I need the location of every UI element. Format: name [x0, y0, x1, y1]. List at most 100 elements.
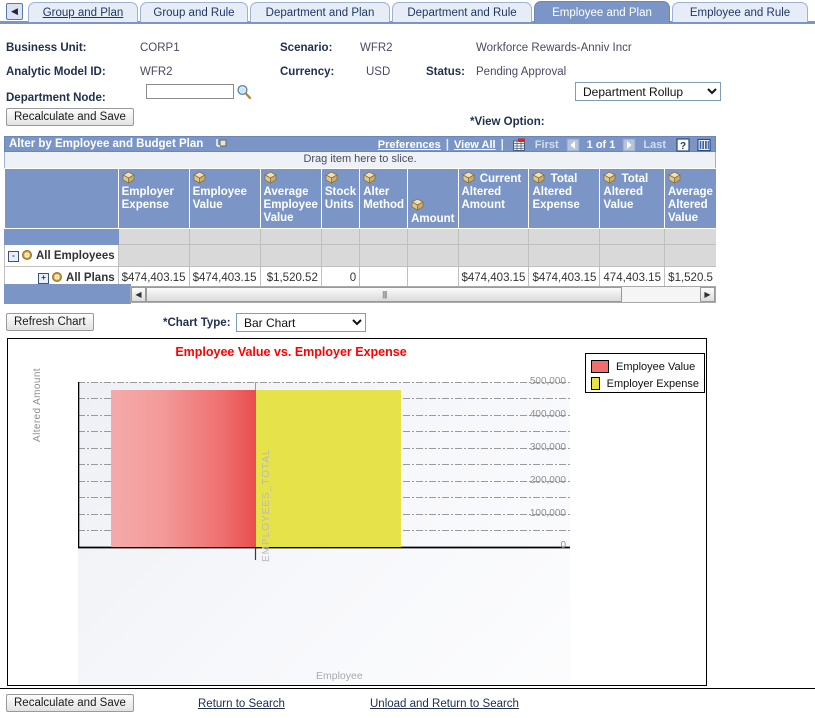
column-label: Average Employee Value: [263, 186, 318, 224]
spacer-corner: [4, 228, 119, 245]
refresh-chart-button[interactable]: Refresh Chart: [6, 313, 94, 331]
scroll-left-icon[interactable]: ◀: [131, 287, 146, 302]
tab-label: Group and Rule: [153, 6, 235, 19]
column-header-current-altered-amount[interactable]: Current Altered Amount: [457, 168, 530, 229]
chart-type-select[interactable]: Bar Chart: [236, 313, 366, 332]
tab-department-and-plan[interactable]: Department and Plan: [250, 2, 390, 22]
scroll-thumb[interactable]: ||||: [146, 287, 623, 302]
analytic-model-value: WFR2: [140, 66, 173, 78]
slice-drop-zone[interactable]: Drag item here to slice.: [4, 152, 716, 168]
business-unit-label: Business Unit:: [6, 42, 87, 54]
scenario-label: Scenario:: [280, 42, 333, 54]
preferences-link[interactable]: Preferences: [378, 139, 441, 151]
spacer-cell: [359, 228, 409, 245]
view-option-select[interactable]: Department Rollup: [575, 82, 721, 101]
legend-swatch-icon: [591, 360, 609, 373]
row-cell: [457, 244, 530, 267]
currency-value: USD: [366, 66, 391, 78]
row-cell: [599, 244, 665, 267]
view-option-label: *View Option:: [470, 116, 545, 128]
row-cell: [407, 244, 459, 267]
cube-icon: [532, 171, 546, 184]
grid-table: Employer Expense Employee Value Average …: [4, 168, 716, 289]
column-header-total-altered-expense[interactable]: Total Altered Expense: [528, 168, 601, 229]
column-label: Amount: [411, 213, 455, 225]
alter-grid: Alter by Employee and Budget Plan Prefer…: [4, 136, 716, 304]
expand-grid-icon[interactable]: [697, 138, 711, 152]
grid-title-bar: Alter by Employee and Budget Plan Prefer…: [4, 136, 716, 152]
scroll-track[interactable]: ||||: [146, 287, 700, 302]
column-header-employee-value[interactable]: Employee Value: [188, 168, 261, 229]
status-value: Pending Approval: [476, 66, 567, 78]
ytick-label: 100,000: [529, 508, 566, 519]
download-spreadsheet-icon[interactable]: [512, 138, 526, 152]
department-node-input[interactable]: [146, 84, 234, 99]
tab-bar: ◀ Group and Plan Group and Rule Departme…: [0, 0, 815, 24]
tab-department-and-rule[interactable]: Department and Rule: [392, 2, 532, 22]
column-label: Stock Units: [324, 186, 357, 211]
legend-item-employer-expense: Employer Expense: [591, 375, 699, 392]
unload-and-return-to-search-link[interactable]: Unload and Return to Search: [370, 698, 519, 710]
column-header-employer-expense[interactable]: Employer Expense: [117, 168, 190, 229]
column-label: Employer Expense: [121, 186, 175, 211]
grid-horizontal-scrollbar[interactable]: ◀ |||| ▶: [130, 286, 716, 303]
business-unit-value: CORP1: [140, 42, 180, 54]
row-cell: [663, 244, 716, 267]
view-all-link[interactable]: View All: [454, 139, 496, 151]
row-label: All Plans: [66, 271, 115, 284]
next-page-icon[interactable]: [622, 138, 636, 152]
row-cell: [320, 244, 361, 267]
cube-icon: [325, 171, 338, 184]
page-root: ◀ Group and Plan Group and Rule Departme…: [0, 0, 815, 718]
analytic-model-label: Analytic Model ID:: [6, 66, 106, 78]
magnifier-icon[interactable]: [236, 84, 252, 100]
row-header-all-employees[interactable]: - All Employees: [4, 244, 119, 267]
spacer-cell: [117, 228, 190, 245]
chart-plot-area: 500,000 400,000 300,000 200,000 100,000 …: [32, 368, 570, 685]
help-icon[interactable]: ?: [676, 138, 690, 152]
column-label: Average Altered Value: [667, 186, 713, 224]
first-page-link[interactable]: First: [535, 139, 559, 151]
previous-page-icon[interactable]: [566, 138, 580, 152]
tab-employee-and-rule[interactable]: Employee and Rule: [672, 2, 808, 22]
legend-label: Employer Expense: [606, 377, 699, 390]
grid-title-text: Alter by Employee and Budget Plan: [9, 138, 204, 150]
page-counter: 1 of 1: [586, 139, 616, 151]
currency-label: Currency:: [280, 66, 335, 78]
collapse-expander[interactable]: -: [8, 250, 19, 262]
svg-text:?: ?: [680, 141, 686, 152]
nav-separator-1: |: [445, 139, 449, 151]
column-header-alter-method[interactable]: Alter Method: [359, 168, 409, 229]
column-header-average-altered-value[interactable]: Average Altered Value: [663, 168, 716, 229]
cube-icon: [263, 171, 277, 184]
tree-collapse-icon[interactable]: [214, 137, 228, 151]
cube-icon: [603, 171, 617, 184]
last-page-link[interactable]: Last: [643, 139, 666, 151]
x-axis-title: Employee: [316, 670, 363, 682]
ytick-label: 200,000: [529, 475, 566, 486]
tab-group-and-rule[interactable]: Group and Rule: [140, 2, 248, 22]
recalculate-and-save-top-button[interactable]: Recalculate and Save: [6, 108, 134, 126]
scroll-right-icon[interactable]: ▶: [700, 287, 715, 302]
tab-group-and-plan[interactable]: Group and Plan: [28, 2, 138, 22]
column-label: Employee Value: [192, 186, 247, 211]
bar-employer-expense: [256, 390, 401, 547]
column-header-amount[interactable]: Amount: [407, 168, 459, 229]
column-header-stock-units[interactable]: Stock Units: [320, 168, 361, 229]
row-cell: [117, 244, 190, 267]
tab-employee-and-plan[interactable]: Employee and Plan: [534, 1, 670, 23]
tab-label: Group and Plan: [42, 6, 124, 19]
return-to-search-link[interactable]: Return to Search: [198, 698, 285, 710]
footer-divider: [0, 688, 815, 689]
column-header-average-employee-value[interactable]: Average Employee Value: [259, 168, 322, 229]
column-header-total-altered-value[interactable]: Total Altered Value: [599, 168, 665, 229]
recalculate-and-save-bottom-button[interactable]: Recalculate and Save: [6, 694, 134, 712]
cube-icon: [668, 171, 681, 184]
spacer-cell: [320, 228, 361, 245]
scenario-value: WFR2: [360, 42, 393, 54]
row-cell: [259, 244, 322, 267]
ytick-label: 300,000: [529, 442, 566, 453]
chart-title: Employee Value vs. Employer Expense: [175, 345, 407, 359]
expand-expander[interactable]: +: [38, 272, 50, 284]
previous-tabs-button[interactable]: ◀: [6, 3, 23, 20]
